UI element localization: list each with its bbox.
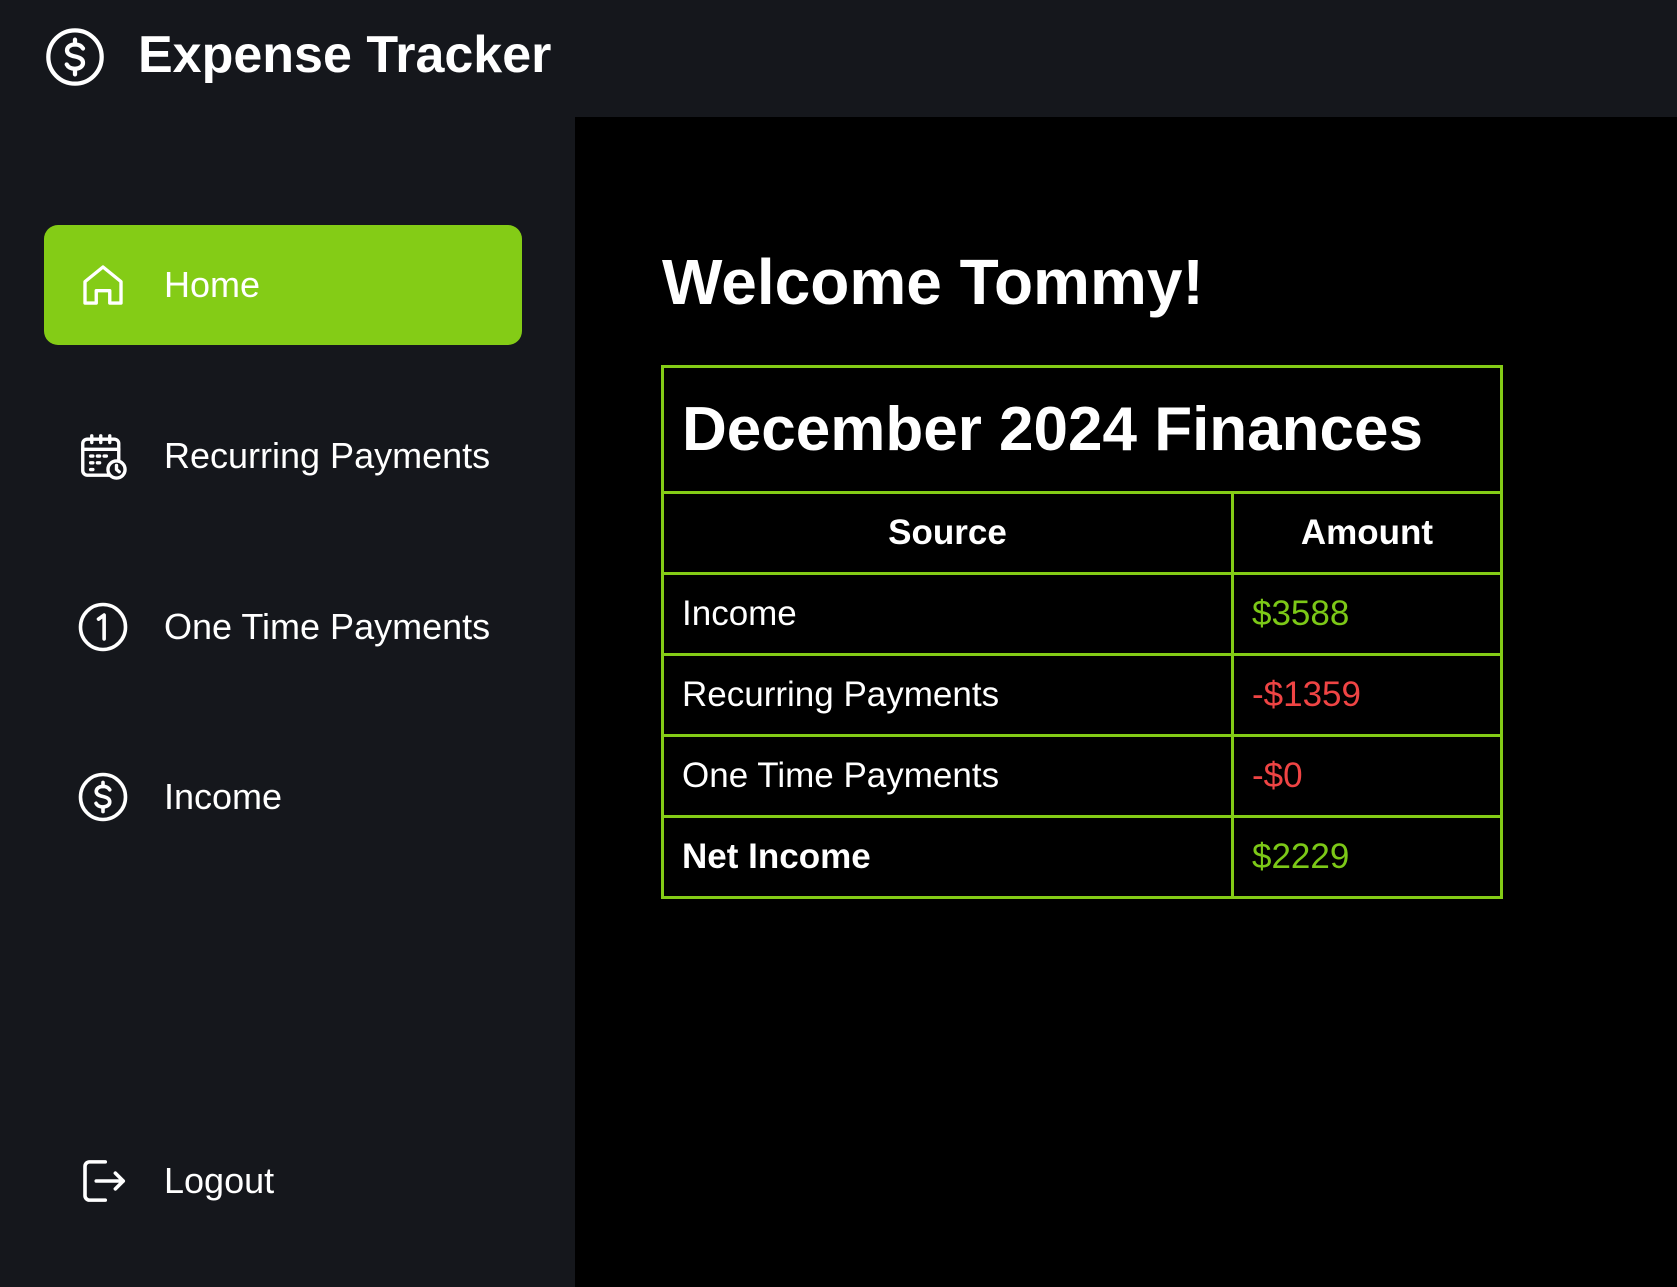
main-content: Welcome Tommy! December 2024 Finances So… — [575, 117, 1677, 1287]
amount-cell: -$1359 — [1231, 653, 1503, 737]
sidebar-item-income[interactable]: Income — [44, 737, 522, 857]
app-title: Expense Tracker — [138, 26, 552, 84]
home-icon — [83, 265, 123, 305]
sidebar-item-label: Home — [164, 264, 261, 305]
dollar-circle-icon — [46, 28, 104, 86]
number-one-circle-icon — [78, 602, 128, 652]
table-row: Income $3588 — [661, 572, 1503, 656]
amount-cell: $2229 — [1231, 815, 1503, 899]
sidebar-item-label: Recurring Payments — [164, 435, 491, 476]
welcome-heading: Welcome Tommy! — [662, 246, 1204, 318]
table-row: One Time Payments -$0 — [661, 734, 1503, 818]
table-row: Recurring Payments -$1359 — [661, 653, 1503, 737]
calendar-clock-icon — [81, 434, 127, 480]
finances-title: December 2024 Finances — [661, 365, 1503, 494]
table-caption-row: December 2024 Finances — [661, 365, 1503, 494]
sidebar-item-recurring-payments[interactable]: Recurring Payments — [44, 396, 522, 516]
amount-cell: $3588 — [1231, 572, 1503, 656]
top-bar: Expense Tracker — [0, 0, 1677, 117]
amount-cell: -$0 — [1231, 734, 1503, 818]
finances-table: December 2024 Finances Source Amount Inc… — [661, 365, 1503, 899]
sidebar-item-label: Income — [164, 776, 283, 817]
column-header-amount: Amount — [1231, 491, 1503, 575]
sidebar-item-home[interactable]: Home — [44, 225, 522, 345]
source-cell: Recurring Payments — [661, 653, 1234, 737]
logout-icon — [83, 1160, 126, 1202]
sidebar: Home Recurring Payments One Time Payment… — [0, 117, 575, 1287]
table-header-row: Source Amount — [661, 491, 1503, 575]
column-header-source: Source — [661, 491, 1234, 575]
source-cell: One Time Payments — [661, 734, 1234, 818]
dollar-circle-icon — [78, 772, 128, 822]
table-row-total: Net Income $2229 — [661, 815, 1503, 899]
source-cell: Net Income — [661, 815, 1234, 899]
logout-button[interactable]: Logout — [44, 1121, 522, 1241]
source-cell: Income — [661, 572, 1234, 656]
sidebar-item-one-time-payments[interactable]: One Time Payments — [44, 567, 522, 687]
sidebar-item-label: One Time Payments — [164, 606, 491, 647]
logout-label: Logout — [164, 1160, 275, 1201]
